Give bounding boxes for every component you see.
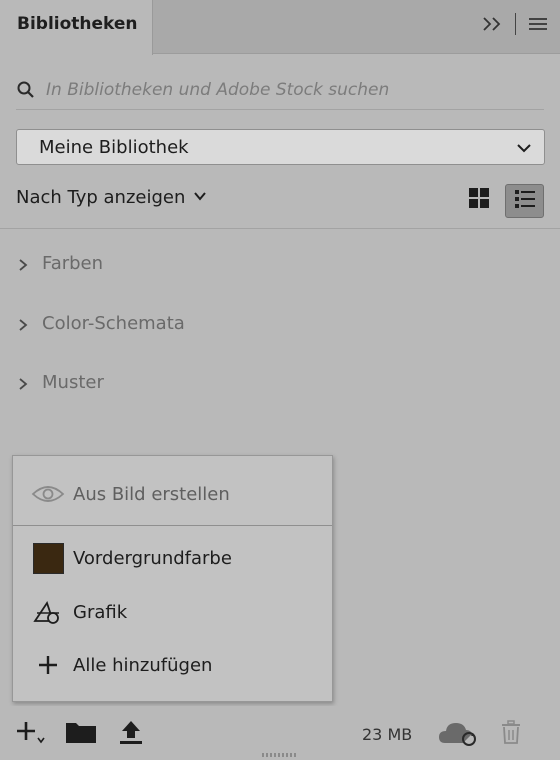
library-select-value: Meine Bibliothek bbox=[39, 137, 189, 158]
menu-item-label: Aus Bild erstellen bbox=[73, 483, 230, 505]
grid-icon bbox=[467, 186, 491, 214]
view-by-type-dropdown[interactable]: Nach Typ anzeigen bbox=[16, 187, 207, 208]
eye-icon bbox=[31, 477, 65, 511]
add-content-button[interactable] bbox=[14, 716, 48, 748]
cloud-sync-icon[interactable] bbox=[436, 716, 482, 748]
chevron-right-icon bbox=[16, 375, 30, 390]
menu-item-graphic[interactable]: Grafik bbox=[13, 587, 332, 637]
list-icon bbox=[513, 187, 537, 215]
section-divider bbox=[0, 228, 560, 229]
trash-icon[interactable] bbox=[494, 716, 528, 748]
foreground-color-swatch bbox=[32, 542, 64, 574]
section-label: Farben bbox=[42, 252, 104, 274]
chevron-down-icon bbox=[193, 187, 207, 208]
library-select[interactable]: Meine Bibliothek bbox=[16, 129, 545, 165]
section-label: Muster bbox=[42, 371, 104, 393]
section-patterns[interactable]: Muster bbox=[16, 367, 104, 397]
color-swatch bbox=[31, 541, 65, 575]
collapse-panel-icon[interactable] bbox=[481, 12, 505, 36]
menu-item-create-from-image[interactable]: Aus Bild erstellen bbox=[13, 469, 332, 519]
section-color-themes[interactable]: Color-Schemata bbox=[16, 308, 185, 338]
panel-menu-icon[interactable] bbox=[526, 12, 550, 36]
menu-item-label: Vordergrundfarbe bbox=[73, 547, 232, 569]
menu-item-label: Grafik bbox=[73, 601, 128, 623]
list-view-button[interactable] bbox=[505, 184, 544, 218]
add-content-menu: Aus Bild erstellen Vordergrundfarbe Graf… bbox=[12, 455, 333, 702]
view-by-type-label: Nach Typ anzeigen bbox=[16, 187, 186, 208]
search-icon bbox=[16, 80, 36, 100]
menu-item-foreground-color[interactable]: Vordergrundfarbe bbox=[13, 533, 332, 583]
tab-label: Bibliotheken bbox=[17, 14, 138, 34]
resize-grip[interactable] bbox=[262, 753, 298, 757]
library-search bbox=[16, 72, 544, 110]
plus-icon bbox=[31, 648, 65, 682]
menu-item-add-all[interactable]: Alle hinzufügen bbox=[13, 640, 332, 690]
bottom-toolbar: 23 MB bbox=[0, 706, 560, 760]
tab-bar-separator bbox=[515, 13, 516, 35]
menu-separator bbox=[13, 525, 332, 526]
libraries-panel: Bibliotheken Meine Bibliothek Nach Typ a… bbox=[0, 0, 560, 760]
view-options-row: Nach Typ anzeigen bbox=[16, 184, 544, 218]
panel-tab-bar: Bibliotheken bbox=[0, 0, 560, 55]
upload-icon[interactable] bbox=[114, 716, 148, 748]
chevron-down-icon bbox=[516, 140, 532, 156]
chevron-right-icon bbox=[16, 316, 30, 331]
grid-view-button[interactable] bbox=[466, 187, 492, 213]
section-label: Color-Schemata bbox=[42, 312, 185, 334]
storage-used-label: 23 MB bbox=[362, 725, 413, 744]
section-colors[interactable]: Farben bbox=[16, 248, 103, 278]
tab-bar-controls bbox=[481, 12, 550, 36]
folder-icon[interactable] bbox=[64, 716, 98, 748]
tab-libraries[interactable]: Bibliotheken bbox=[0, 0, 153, 55]
graphic-shapes-icon bbox=[31, 595, 65, 629]
search-input[interactable] bbox=[46, 76, 536, 104]
menu-item-label: Alle hinzufügen bbox=[73, 654, 213, 676]
chevron-right-icon bbox=[16, 256, 30, 271]
